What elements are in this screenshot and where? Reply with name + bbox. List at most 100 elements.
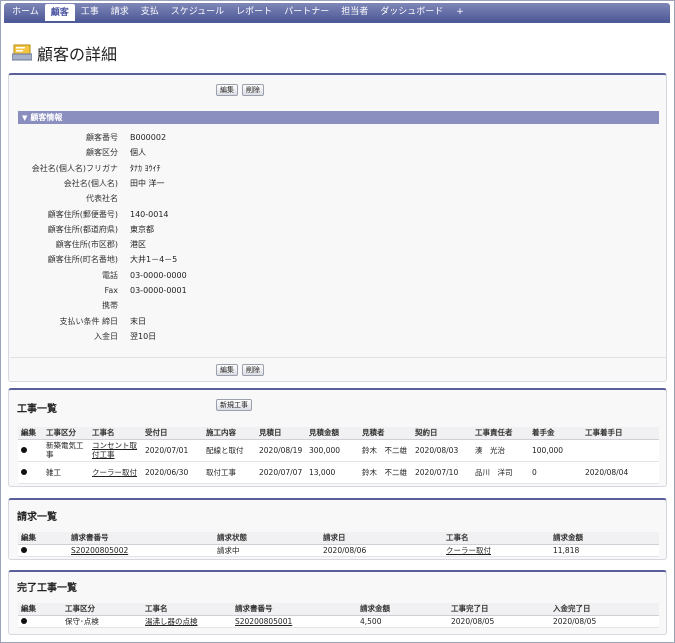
column-header[interactable]: 請求書番号 — [232, 603, 357, 616]
table-cell: 2020/08/05 — [550, 615, 659, 628]
column-header[interactable]: 工事名 — [142, 603, 232, 616]
table-cell: 4,500 — [357, 615, 448, 628]
column-header[interactable]: 工事着手日 — [582, 427, 659, 440]
page-title: 顧客の詳細 — [37, 45, 118, 64]
table-cell — [18, 461, 43, 484]
table-cell: 鈴木 不二雄 — [359, 439, 412, 462]
column-header[interactable]: 請求状態 — [214, 532, 320, 545]
table-cell: コンセント取付工事 — [89, 439, 142, 462]
column-header[interactable]: 契約日 — [412, 427, 472, 440]
column-header[interactable]: 見積金額 — [306, 427, 359, 440]
column-header[interactable]: 工事区分 — [43, 427, 89, 440]
customer-detail-section: 編集 削除 ▼ 顧客情報 顧客番号 B000002 顧客区分 個人 会社名(個人名)フリガ… — [8, 73, 667, 382]
edit-dot-icon[interactable] — [21, 546, 27, 553]
column-header[interactable]: 入金完了日 — [550, 603, 659, 616]
record-link[interactable]: クーラー取付 — [92, 468, 137, 477]
table-cell: 13,000 — [306, 461, 359, 484]
field-label: 支払い条件 締日 — [59, 316, 118, 326]
field-value: 140-0014 — [130, 209, 169, 219]
table-cell: クーラー取付 — [89, 461, 142, 484]
edit-dot-icon[interactable] — [21, 468, 27, 475]
table-cell: 保守･点検 — [62, 615, 142, 628]
table-cell: 11,818 — [550, 544, 659, 557]
table-cell: 100,000 — [529, 439, 582, 462]
table-cell: 2020/08/05 — [448, 615, 550, 628]
column-header[interactable]: 見積者 — [359, 427, 412, 440]
customer-card-icon — [11, 44, 33, 62]
column-header[interactable]: 請求金額 — [550, 532, 659, 545]
tab-bar: ホーム 顧客 工事 請求 支払 スケジュール レポート パートナー 担当者 ダッシュボード + — [4, 3, 670, 21]
table-cell: 2020/08/06 — [320, 544, 443, 557]
field-value: 港区 — [130, 240, 146, 250]
edit-dot-icon[interactable] — [21, 446, 27, 453]
column-header[interactable]: 施工内容 — [203, 427, 256, 440]
tab-3[interactable]: 請求 — [105, 3, 135, 21]
table-cell: 取付工事 — [203, 461, 256, 484]
column-header[interactable]: 編集 — [18, 603, 62, 616]
field-label: 電話 — [102, 270, 118, 280]
collapse-triangle-icon[interactable]: ▼ — [22, 112, 27, 125]
table-row: 保守･点検 湯沸し器の点検 S20200805001 4,500 2020/08/05 2… — [18, 615, 659, 628]
tab-4[interactable]: 支払 — [135, 3, 165, 21]
tab-6[interactable]: レポート — [230, 3, 278, 21]
column-header[interactable]: 編集 — [18, 532, 68, 545]
field-value: 田中 洋一 — [130, 178, 165, 188]
table-row: 雑工 クーラー取付 2020/06/30 取付工事 2020/07/07 13,000 鈴木… — [18, 461, 659, 484]
column-header[interactable]: 工事名 — [89, 427, 142, 440]
column-header[interactable]: 請求金額 — [357, 603, 448, 616]
table-cell — [18, 439, 43, 462]
column-header[interactable]: 受付日 — [142, 427, 203, 440]
table-row: 新築電気工事 コンセント取付工事 2020/07/01 配線と取付 2020/08/19… — [18, 439, 659, 462]
column-header[interactable]: 着手金 — [529, 427, 582, 440]
edit-dot-icon[interactable] — [21, 617, 27, 624]
table-cell: 2020/07/01 — [142, 439, 203, 462]
completed-list-section: 完了工事一覧 編集 工事区分 工事名 請求書番号 請求金額 工事完了日 入金完了日 保守･点検… — [8, 570, 667, 635]
tab-2[interactable]: 工事 — [75, 3, 105, 21]
table-row: S20200805002 請求中 2020/08/06 クーラー取付 11,818 — [18, 544, 659, 557]
field-label: 顧客住所(都道府県) — [47, 224, 118, 234]
tab-0[interactable]: ホーム — [6, 3, 45, 21]
tab-7[interactable]: パートナー — [278, 3, 335, 21]
record-link[interactable]: S20200805002 — [71, 546, 128, 555]
table-cell: 2020/08/19 — [256, 439, 306, 462]
field-label: 代表社名 — [86, 194, 118, 204]
add-tab-button[interactable]: + — [449, 3, 471, 21]
invoice-list-title: 請求一覧 — [17, 512, 57, 523]
table-cell: 2020/07/10 — [412, 461, 472, 484]
new-construction-button[interactable]: 新規工事 — [216, 399, 252, 411]
edit-button-bottom[interactable]: 編集 — [216, 364, 238, 376]
column-header[interactable]: 工事名 — [443, 532, 550, 545]
field-label: Fax — [104, 286, 118, 295]
table-cell: 品川 洋司 — [472, 461, 529, 484]
record-link[interactable]: コンセント取付工事 — [92, 441, 137, 459]
construction-table: 編集 工事区分 工事名 受付日 施工内容 見積日 見積金額 見積者 契約日 工事責任者 着手金 工事着… — [18, 427, 659, 484]
field-value: ﾀﾅｶ ﾖｳｲﾁ — [130, 163, 161, 173]
delete-button[interactable]: 削除 — [242, 84, 264, 96]
column-header[interactable]: 編集 — [18, 427, 43, 440]
table-cell: 配線と取付 — [203, 439, 256, 462]
record-link[interactable]: クーラー取付 — [446, 546, 491, 555]
tab-5[interactable]: スケジュール — [165, 3, 230, 21]
column-header[interactable]: 請求日 — [320, 532, 443, 545]
tab-9[interactable]: ダッシュボード — [374, 3, 449, 21]
table-cell: 2020/06/30 — [142, 461, 203, 484]
field-value: 03-0000-0000 — [130, 270, 187, 280]
column-header[interactable]: 工事完了日 — [448, 603, 550, 616]
tab-1[interactable]: 顧客 — [44, 4, 75, 21]
table-cell: 300,000 — [306, 439, 359, 462]
record-link[interactable]: S20200805001 — [235, 617, 292, 626]
column-header[interactable]: 請求書番号 — [68, 532, 214, 545]
customer-info-header[interactable]: ▼ 顧客情報 — [18, 111, 659, 124]
record-link[interactable]: 湯沸し器の点検 — [145, 617, 198, 626]
delete-button-bottom[interactable]: 削除 — [242, 364, 264, 376]
tab-8[interactable]: 担当者 — [335, 3, 374, 21]
table-cell — [582, 439, 659, 462]
column-header[interactable]: 工事区分 — [62, 603, 142, 616]
column-header[interactable]: 見積日 — [256, 427, 306, 440]
column-header[interactable]: 工事責任者 — [472, 427, 529, 440]
field-value: 03-0000-0001 — [130, 286, 187, 295]
table-cell: 湊 光治 — [472, 439, 529, 462]
page-header: 顧客の詳細 — [11, 42, 118, 64]
edit-button[interactable]: 編集 — [216, 84, 238, 96]
field-label: 顧客区分 — [86, 148, 118, 158]
